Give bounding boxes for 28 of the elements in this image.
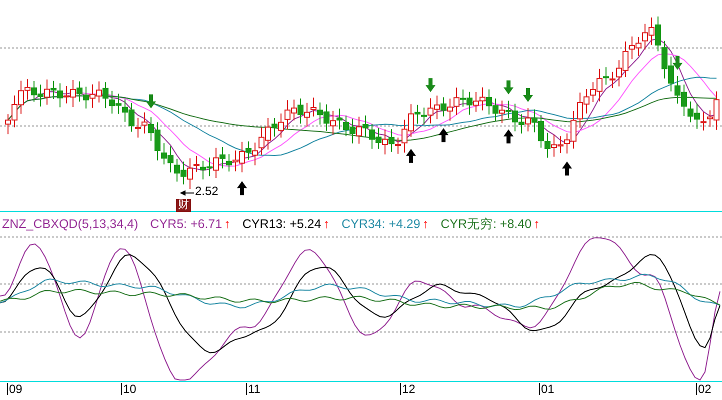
trend-arrow: ↑ [534,216,540,233]
leader-line [180,190,194,196]
trend-arrow: ↑ [224,216,230,233]
up-arrow-icon [406,148,416,163]
indicator-value: CYR5: +6.71 [150,216,222,233]
indicator-value: CYR34: +4.29 [341,216,420,233]
up-arrow-icon [504,129,514,144]
indicator-title: ZNZ_CBXQD(5,13,34,4) [2,216,138,233]
trend-arrow: ↑ [323,216,330,233]
axis-label: 11 [246,383,260,395]
down-arrow-icon [672,56,682,70]
down-arrow-icon [523,88,533,102]
down-arrow-icon [146,94,156,108]
up-arrow-icon [562,162,572,176]
down-arrow-icon [426,78,436,92]
up-arrow-icon [237,181,247,196]
axis-label: 10 [121,383,136,395]
event-marker: 财 [176,199,191,212]
axis-label: 12 [400,383,416,395]
trend-arrow: ↑ [422,216,429,233]
axis-label: 09 [7,383,22,395]
down-arrow-icon [504,80,514,94]
axis-label: 02 [696,383,712,395]
indicator-value: CYR无穷: +8.40 [440,216,532,233]
low-price-label: 2.52 [195,185,218,197]
axis-label: 01 [539,383,554,395]
up-arrow-icon [438,128,448,142]
indicator-value: CYR13: +5.24 [242,216,322,233]
